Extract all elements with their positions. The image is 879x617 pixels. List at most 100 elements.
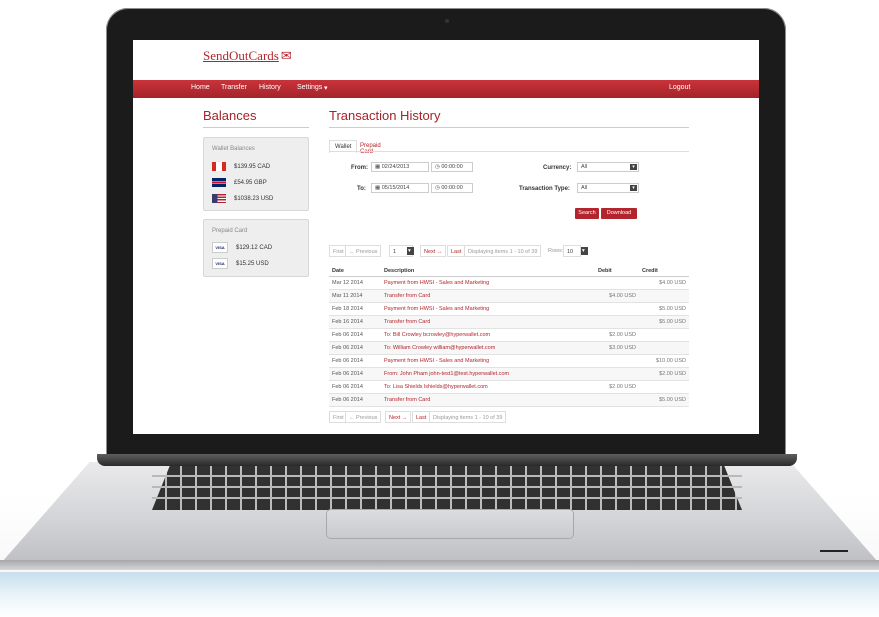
cell-date: Mar 11 2014: [329, 289, 381, 303]
trackpad: [327, 510, 573, 538]
cell-description[interactable]: Transfer from Card: [381, 289, 595, 303]
pager-next[interactable]: Next →: [420, 245, 447, 257]
divider: [329, 127, 689, 128]
cell-description[interactable]: To: William Crowley william@hyperwallet.…: [381, 341, 595, 355]
visa-card-icon: VISA: [212, 242, 228, 253]
pager-top: First ← Previous 1 ▾ Next → Last Display…: [329, 245, 609, 257]
laptop-screen: SendOutCards ✉ Home Transfer History Sett…: [133, 40, 759, 434]
to-label: To:: [357, 186, 366, 192]
column-date[interactable]: Date: [329, 266, 381, 277]
tab-prepaid-card[interactable]: Prepaid Card: [355, 140, 386, 158]
nav-item-transfer[interactable]: Transfer: [221, 84, 247, 91]
currency-select[interactable]: All ▾: [577, 162, 639, 172]
currency-label: Currency:: [543, 165, 572, 171]
prepaid-card-panel: Prepaid Card VISA $129.12 CAD VISA $15.25 …: [203, 219, 309, 277]
cell-date: Feb 06 2014: [329, 328, 381, 342]
transaction-type-label: Transaction Type:: [519, 186, 570, 192]
cell-credit: [639, 328, 689, 342]
cell-debit: [595, 367, 639, 381]
cell-debit: [595, 354, 639, 368]
cell-credit: [639, 341, 689, 355]
table-header-row: Date Description Debit Credit: [329, 266, 689, 277]
table-row: Feb 06 2014 To: Bill Crowley bcrowley@hyp…: [329, 328, 689, 342]
wallet-balance-usd: $1038.23 USD: [212, 194, 273, 203]
chevron-down-icon[interactable]: ▾: [324, 84, 328, 92]
cell-credit: $5.00 USD: [639, 393, 689, 407]
keyboard: [152, 466, 742, 510]
nav-item-history[interactable]: History: [259, 84, 281, 91]
cell-description[interactable]: Payment from HWSI - Sales and Marketing: [381, 302, 595, 316]
cell-debit: $2.00 USD: [595, 380, 639, 394]
key-row-gap: [152, 475, 742, 477]
cell-description[interactable]: Transfer from Card: [381, 315, 595, 329]
divider: [203, 127, 309, 128]
pager-previous[interactable]: ← Previous: [345, 245, 382, 257]
table-row: Feb 18 2014 Payment from HWSI - Sales and…: [329, 302, 689, 316]
cell-description[interactable]: From: John Pham john-test1@test.hyperwal…: [381, 367, 595, 381]
from-date-field[interactable]: ▦ 02/24/2013: [371, 162, 429, 172]
cell-credit: $2.00 USD: [639, 367, 689, 381]
nav-item-settings[interactable]: Settings: [297, 84, 322, 91]
table-row: Mar 11 2014 Transfer from Card $4.00 USD: [329, 289, 689, 303]
table-row: Feb 16 2014 Transfer from Card $5.00 USD: [329, 315, 689, 329]
laptop-slot: [820, 550, 848, 552]
cell-date: Feb 18 2014: [329, 302, 381, 316]
prepaid-balance-usd: VISA $15.25 USD: [212, 258, 269, 269]
cell-description[interactable]: Transfer from Card: [381, 393, 595, 407]
logout-link[interactable]: Logout: [669, 84, 690, 91]
cell-debit: [595, 276, 639, 290]
logo[interactable]: SendOutCards ✉: [203, 48, 292, 64]
cell-date: Feb 06 2014: [329, 380, 381, 394]
table-row: Feb 06 2014 Payment from HWSI - Sales and…: [329, 354, 689, 368]
download-button[interactable]: Download: [601, 208, 637, 219]
wallet-balance-gbp: £54.95 GBP: [212, 178, 267, 187]
clock-icon[interactable]: ◷: [435, 185, 440, 191]
cell-debit: $3.00 USD: [595, 341, 639, 355]
table-row: Feb 06 2014 From: John Pham john-test1@te…: [329, 367, 689, 381]
rows-select[interactable]: 10: [563, 245, 581, 257]
chevron-down-icon[interactable]: ▾: [581, 247, 588, 255]
column-credit[interactable]: Credit: [639, 266, 689, 277]
laptop-hinge: [97, 454, 797, 466]
transaction-type-select[interactable]: All ▾: [577, 183, 639, 193]
cell-debit: [595, 315, 639, 329]
camera-icon: [445, 19, 449, 23]
nav-bar: Home Transfer History Settings ▾ Logout: [133, 80, 759, 98]
cell-date: Feb 06 2014: [329, 354, 381, 368]
calendar-icon[interactable]: ▦: [375, 185, 380, 191]
search-button[interactable]: Search: [575, 208, 599, 219]
pager-last[interactable]: Last: [447, 245, 466, 257]
cell-credit: $4.00 USD: [639, 276, 689, 290]
cell-description[interactable]: To: Lisa Shields lshields@hyperwallet.co…: [381, 380, 595, 394]
chevron-down-icon[interactable]: ▾: [407, 247, 414, 255]
visa-card-icon: VISA: [212, 258, 228, 269]
logo-text: SendOutCards: [203, 48, 279, 63]
calendar-icon[interactable]: ▦: [375, 164, 380, 170]
cell-debit: [595, 302, 639, 316]
logo-envelope-icon: ✉: [280, 48, 292, 63]
from-time-field[interactable]: ◷ 00:00:00: [431, 162, 473, 172]
pager-info: Displaying items 1 - 10 of 39: [429, 411, 507, 423]
pager-last[interactable]: Last: [412, 411, 431, 423]
key-row-gap: [152, 497, 742, 499]
nav-item-home[interactable]: Home: [191, 84, 210, 91]
pager-next[interactable]: Next →: [385, 411, 412, 423]
prepaid-card-title: Prepaid Card: [212, 228, 248, 234]
column-debit[interactable]: Debit: [595, 266, 639, 277]
pager-previous[interactable]: ← Previous: [345, 411, 382, 423]
canada-flag-icon: [212, 162, 226, 171]
to-date-field[interactable]: ▦ 05/15/2014: [371, 183, 429, 193]
tab-divider: [329, 151, 689, 152]
cell-description[interactable]: Payment from HWSI - Sales and Marketing: [381, 276, 595, 290]
cell-date: Feb 06 2014: [329, 393, 381, 407]
wallet-balance-cad: $139.95 CAD: [212, 162, 270, 171]
cell-description[interactable]: To: Bill Crowley bcrowley@hyperwallet.co…: [381, 328, 595, 342]
clock-icon[interactable]: ◷: [435, 164, 440, 170]
cell-credit: [639, 289, 689, 303]
to-time-field[interactable]: ◷ 00:00:00: [431, 183, 473, 193]
cell-description[interactable]: Payment from HWSI - Sales and Marketing: [381, 354, 595, 368]
transactions-table: Date Description Debit Credit Mar 12 201…: [329, 266, 689, 407]
cell-date: Feb 06 2014: [329, 367, 381, 381]
column-description[interactable]: Description: [381, 266, 595, 277]
cell-credit: $5.00 USD: [639, 315, 689, 329]
